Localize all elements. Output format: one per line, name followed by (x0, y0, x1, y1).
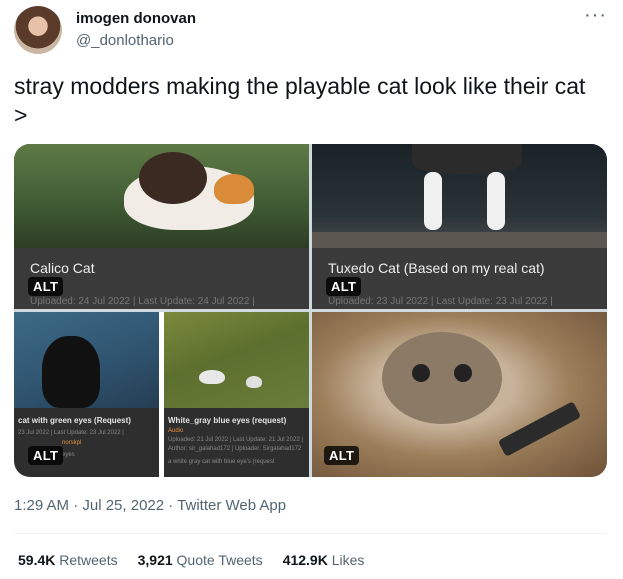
tweet-text: stray modders making the playable cat lo… (14, 73, 586, 128)
alt-badge[interactable]: ALT (28, 277, 64, 296)
retweets-stat[interactable]: 59.4K Retweets (18, 552, 118, 568)
black-cat-image (14, 312, 159, 408)
mod-desc: eyes (62, 452, 75, 458)
display-name[interactable]: imogen donovan (76, 10, 196, 27)
quote-tweets-count: 3,921 (137, 552, 173, 568)
mod-title: Tuxedo Cat (Based on my real cat) (328, 260, 545, 276)
likes-stat[interactable]: 412.9K Likes (283, 552, 365, 568)
alt-badge[interactable]: ALT (28, 446, 64, 465)
quote-tweets-label: Quote Tweets (176, 552, 263, 568)
media-tuxedo-cat[interactable]: Tuxedo Cat (Based on my real cat) Upload… (312, 144, 607, 309)
divider (14, 533, 607, 534)
engagement-stats: 59.4K Retweets 3,921 Quote Tweets 412.9K… (18, 552, 364, 568)
more-icon[interactable]: ··· (584, 4, 607, 27)
mod-meta: 23 Jul 2022 | Last Update: 23 Jul 2022 | (18, 430, 124, 436)
avatar[interactable] (14, 6, 62, 54)
calico-cat-image (14, 144, 309, 248)
user-handle[interactable]: @_donlothario (76, 32, 174, 49)
mod-author: Author: sir_galahad172 | Uploader: Sirga… (168, 446, 302, 452)
alt-badge[interactable]: ALT (326, 277, 362, 296)
white-gray-cat-image (164, 312, 309, 408)
mod-title: cat with green eyes (Request) (18, 416, 131, 425)
retweets-count: 59.4K (18, 552, 56, 568)
mod-card-white-gray: White_gray blue eyes (request) Audio Upl… (164, 312, 309, 477)
mod-meta: Uploaded: 23 Jul 2022 | Last Update: 23 … (328, 296, 553, 307)
mod-author: norskpl (62, 440, 82, 446)
media-grid: Calico Cat Uploaded: 24 Jul 2022 | Last … (14, 144, 607, 477)
timestamp[interactable]: 1:29 AM · Jul 25, 2022 · Twitter Web App (14, 497, 286, 514)
likes-count: 412.9K (282, 552, 328, 568)
media-crying-cat-phone[interactable]: ALT (312, 312, 607, 477)
quote-tweets-stat[interactable]: 3,921 Quote Tweets (138, 552, 263, 568)
mod-card-info: White_gray blue eyes (request) Audio Upl… (164, 408, 309, 477)
alt-badge[interactable]: ALT (324, 446, 360, 465)
mod-meta: Uploaded: 21 Jul 2022 | Last Update: 21 … (168, 437, 303, 443)
mod-desc: a white gray cat with blue eye's (reques… (168, 459, 275, 465)
mod-card-info: cat with green eyes (Request) 23 Jul 202… (14, 408, 159, 477)
retweets-label: Retweets (59, 552, 118, 568)
mod-category: Audio (168, 428, 184, 434)
tuxedo-cat-image (312, 144, 607, 248)
mod-title: Calico Cat (30, 260, 95, 276)
mod-meta: Uploaded: 24 Jul 2022 | Last Update: 24 … (30, 296, 255, 307)
mod-title: White_gray blue eyes (request) (168, 416, 287, 425)
media-calico-cat[interactable]: Calico Cat Uploaded: 24 Jul 2022 | Last … (14, 144, 309, 309)
media-composite-mods[interactable]: cat with green eyes (Request) 23 Jul 202… (14, 312, 309, 477)
likes-label: Likes (331, 552, 365, 568)
